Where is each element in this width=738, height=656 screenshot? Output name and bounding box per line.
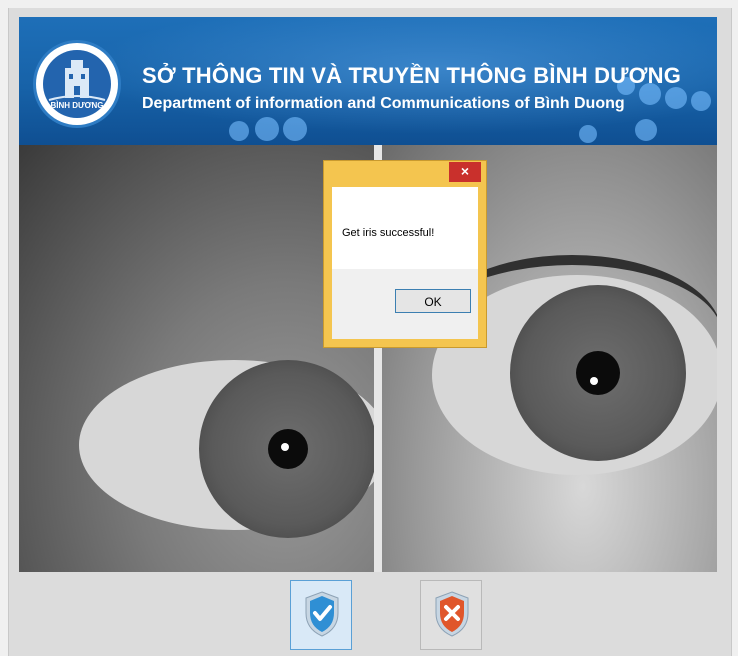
banner-dot [255,117,279,141]
banner-dot [229,121,249,141]
logo-emblem: BÌNH DƯƠNG [43,50,111,118]
ok-button[interactable]: OK [395,289,471,313]
check-shield-icon [305,591,339,637]
message-dialog: × Get iris successful! OK [323,160,487,348]
left-iris-image [19,145,374,572]
app-window: BÌNH DƯƠNG SỞ THÔNG TIN VÀ TRUYỀN THÔNG … [0,0,738,656]
close-button[interactable]: × [449,162,481,182]
banner-dot [691,91,711,111]
x-shield-icon [435,591,469,637]
dialog-body: Get iris successful! [332,187,478,269]
pupil [576,351,620,395]
cancel-button[interactable] [420,580,482,650]
banner-dot [635,119,657,141]
banner-dot [665,87,687,109]
dialog-footer: OK [332,269,478,339]
banner-dot [283,117,307,141]
title-vietnamese: SỞ THÔNG TIN VÀ TRUYỀN THÔNG BÌNH DƯƠNG [142,63,682,88]
confirm-button[interactable] [290,580,352,650]
action-bar [19,572,717,656]
glint [590,377,598,385]
title-english: Department of information and Communicat… [142,95,625,112]
logo-text: BÌNH DƯƠNG [50,101,104,110]
glint [281,443,289,451]
department-logo: BÌNH DƯƠNG [36,43,118,125]
dialog-message: Get iris successful! [342,227,435,239]
header-banner: BÌNH DƯƠNG SỞ THÔNG TIN VÀ TRUYỀN THÔNG … [19,17,717,145]
banner-dot [579,125,597,143]
